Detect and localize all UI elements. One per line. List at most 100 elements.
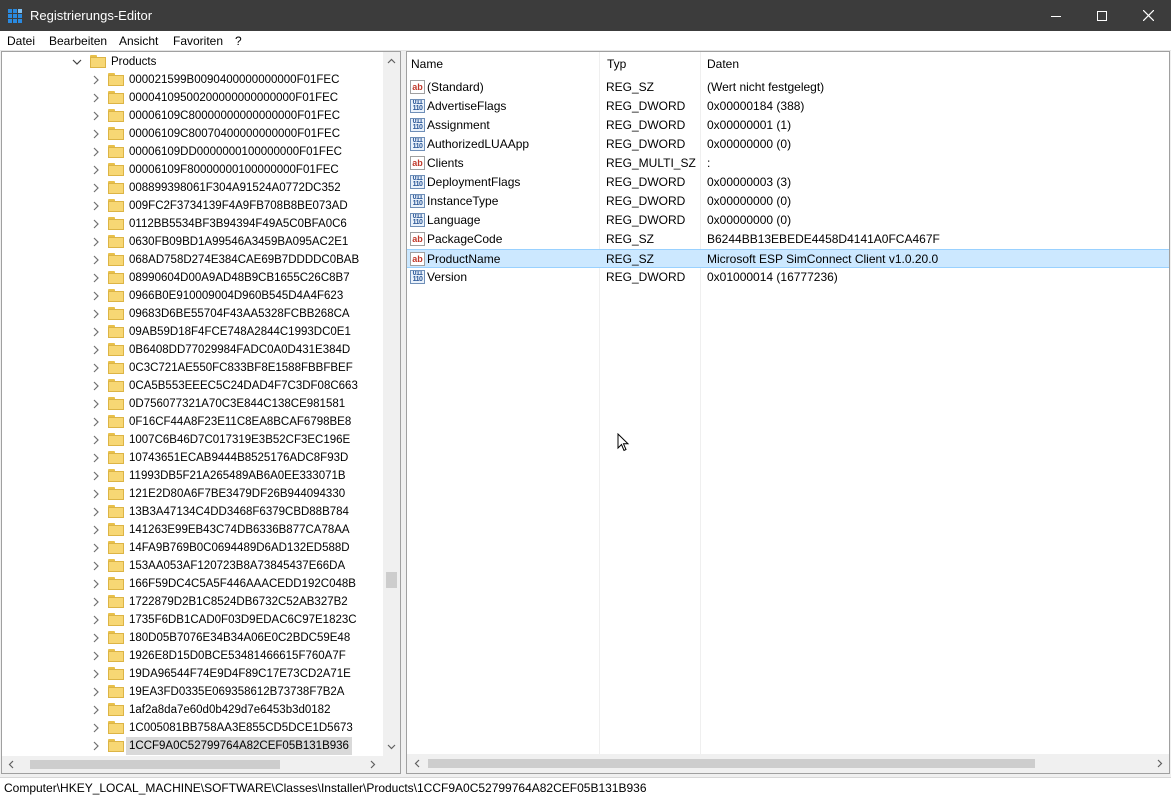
tree-item[interactable]: 0966B0E910009004D960B545D4A4F623 <box>2 287 384 305</box>
tree-hscroll-thumb[interactable] <box>30 760 280 769</box>
column-header-name[interactable]: Name <box>407 52 599 76</box>
chevron-right-icon[interactable] <box>91 597 101 607</box>
tree-item[interactable]: 1af2a8da7e60d0b429d7e6453b3d0182 <box>2 701 384 719</box>
maximize-button[interactable] <box>1079 0 1125 31</box>
tree-item[interactable]: 1722879D2B1C8524DB6732C52AB327B2 <box>2 593 384 611</box>
tree-item[interactable]: 09683D6BE55704F43AA5328FCBB268CA <box>2 305 384 323</box>
tree-item[interactable]: 11993DB5F21A265489AB6A0EE333071B <box>2 467 384 485</box>
chevron-right-icon[interactable] <box>91 579 101 589</box>
chevron-right-icon[interactable] <box>91 741 101 751</box>
value-row[interactable]: ab PackageCode REG_SZ B6244BB13EBEDE4458D41… <box>407 230 1169 249</box>
tree-vertical-scrollbar[interactable] <box>383 52 400 756</box>
tree-item[interactable]: 00004109500200000000000000F01FEC <box>2 89 384 107</box>
scroll-right-arrow-icon[interactable] <box>367 759 378 770</box>
tree-item[interactable]: 166F59DC4C5A5F446AAACEDD192C048B <box>2 575 384 593</box>
tree-horizontal-scrollbar[interactable] <box>2 756 400 773</box>
menu-favoriten[interactable]: Favoriten <box>173 34 223 48</box>
tree-item[interactable]: 09AB59D18F4FCE748A2844C1993DC0E1 <box>2 323 384 341</box>
value-row[interactable]: 011 110 DeploymentFlags REG_DWORD 0x0000000… <box>407 173 1169 192</box>
chevron-right-icon[interactable] <box>91 183 101 193</box>
tree-item[interactable]: 13B3A47134C4DD3468F6379CBD88B784 <box>2 503 384 521</box>
value-row[interactable]: 011 110 Assignment REG_DWORD 0x00000001 (1) <box>407 116 1169 135</box>
menu-datei[interactable]: Datei <box>7 34 35 48</box>
tree-item[interactable]: 08990604D00A9AD48B9CB1655C26C8B7 <box>2 269 384 287</box>
chevron-right-icon[interactable] <box>91 453 101 463</box>
chevron-right-icon[interactable] <box>91 327 101 337</box>
tree-item[interactable]: 0F16CF44A8F23E11C8EA8BCAF6798BE8 <box>2 413 384 431</box>
tree-item[interactable]: 19DA96544F74E9D4F89C17E73CD2A71E <box>2 665 384 683</box>
chevron-right-icon[interactable] <box>91 147 101 157</box>
chevron-right-icon[interactable] <box>91 93 101 103</box>
value-row[interactable]: ab ProductName REG_SZ Microsoft ESP SimConn… <box>407 249 1169 268</box>
values-list[interactable]: Name Typ Daten ab (Standard) REG_SZ (Wert n… <box>406 51 1170 774</box>
tree-item[interactable]: 180D05B7076E34B34A06E0C2BDC59E48 <box>2 629 384 647</box>
chevron-right-icon[interactable] <box>91 111 101 121</box>
menu-ansicht[interactable]: Ansicht <box>119 34 158 48</box>
chevron-right-icon[interactable] <box>91 633 101 643</box>
chevron-right-icon[interactable] <box>91 669 101 679</box>
chevron-right-icon[interactable] <box>91 363 101 373</box>
chevron-right-icon[interactable] <box>91 255 101 265</box>
registry-tree[interactable]: Products 000021599B0090400000000000F01FE… <box>1 51 401 774</box>
tree-item[interactable]: 14FA9B769B0C0694489D6AD132ED588D <box>2 539 384 557</box>
menu-bearbeiten[interactable]: Bearbeiten <box>49 34 107 48</box>
tree-item[interactable]: 141263E99EB43C74DB6336B877CA78AA <box>2 521 384 539</box>
tree-item[interactable]: 0112BB5534BF3B94394F49A5C0BFA0C6 <box>2 215 384 233</box>
value-row[interactable]: 011 110 Version REG_DWORD 0x01000014 (16777… <box>407 268 1169 287</box>
tree-item[interactable]: 0D756077321A70C3E844C138CE981581 <box>2 395 384 413</box>
tree-scroll-thumb[interactable] <box>386 572 397 588</box>
scroll-left-arrow-icon[interactable] <box>412 758 423 769</box>
tree-item[interactable]: 0B6408DD77029984FADC0A0D431E384D <box>2 341 384 359</box>
chevron-right-icon[interactable] <box>91 399 101 409</box>
chevron-right-icon[interactable] <box>91 345 101 355</box>
scroll-up-arrow-icon[interactable] <box>386 56 397 67</box>
tree-item[interactable]: 19EA3FD0335E069358612B73738F7B2A <box>2 683 384 701</box>
scroll-down-arrow-icon[interactable] <box>386 741 397 752</box>
tree-item[interactable]: 0C3C721AE550FC833BF8E1588FBBFBEF <box>2 359 384 377</box>
values-hscroll-thumb[interactable] <box>428 759 1035 768</box>
close-button[interactable] <box>1125 0 1171 31</box>
chevron-right-icon[interactable] <box>91 687 101 697</box>
tree-item[interactable]: 1926E8D15D0BCE53481466615F760A7F <box>2 647 384 665</box>
chevron-right-icon[interactable] <box>91 507 101 517</box>
tree-item[interactable]: 009FC2F3734139F4A9FB708B8BE073AD <box>2 197 384 215</box>
chevron-right-icon[interactable] <box>91 381 101 391</box>
minimize-button[interactable] <box>1033 0 1079 31</box>
chevron-right-icon[interactable] <box>91 615 101 625</box>
tree-item-products[interactable]: Products <box>2 53 384 71</box>
value-row[interactable]: 011 110 AdvertiseFlags REG_DWORD 0x00000184… <box>407 97 1169 116</box>
chevron-right-icon[interactable] <box>91 489 101 499</box>
chevron-right-icon[interactable] <box>91 291 101 301</box>
value-row[interactable]: ab Clients REG_MULTI_SZ: <box>407 154 1169 173</box>
tree-item[interactable]: 153AA053AF120723B8A73845437E66DA <box>2 557 384 575</box>
chevron-right-icon[interactable] <box>91 435 101 445</box>
tree-item[interactable]: 00006109C80070400000000000F01FEC <box>2 125 384 143</box>
chevron-right-icon[interactable] <box>91 273 101 283</box>
tree-item[interactable]: 10743651ECAB9444B8525176ADC8F93D <box>2 449 384 467</box>
tree-item[interactable]: 0CA5B553EEEC5C24DAD4F7C3DF08C663 <box>2 377 384 395</box>
value-row[interactable]: 011 110 InstanceType REG_DWORD 0x00000000 (… <box>407 192 1169 211</box>
tree-item[interactable]: 0630FB09BD1A99546A3459BA095AC2E1 <box>2 233 384 251</box>
chevron-right-icon[interactable] <box>91 201 101 211</box>
chevron-down-icon[interactable] <box>72 57 82 67</box>
scroll-left-arrow-icon[interactable] <box>6 759 17 770</box>
tree-item[interactable]: 00006109F80000000100000000F01FEC <box>2 161 384 179</box>
chevron-right-icon[interactable] <box>91 129 101 139</box>
values-horizontal-scrollbar[interactable] <box>407 754 1169 773</box>
tree-item[interactable]: 00006109DD0000000100000000F01FEC <box>2 143 384 161</box>
tree-item[interactable]: 1C005081BB758AA3E855CD5DCE1D5673 <box>2 719 384 737</box>
chevron-right-icon[interactable] <box>91 309 101 319</box>
chevron-right-icon[interactable] <box>91 417 101 427</box>
chevron-right-icon[interactable] <box>91 525 101 535</box>
tree-item[interactable]: 1735F6DB1CAD0F03D9EDAC6C97E1823C <box>2 611 384 629</box>
chevron-right-icon[interactable] <box>91 705 101 715</box>
tree-item[interactable]: 068AD758D274E384CAE69B7DDDDC0BAB <box>2 251 384 269</box>
value-row[interactable]: ab (Standard) REG_SZ (Wert nicht festgelegt… <box>407 78 1169 97</box>
value-row[interactable]: 011 110 Language REG_DWORD 0x00000000 (0) <box>407 211 1169 230</box>
tree-item[interactable]: 00006109C80000000000000000F01FEC <box>2 107 384 125</box>
chevron-right-icon[interactable] <box>91 219 101 229</box>
tree-item[interactable]: 008899398061F304A91524A0772DC352 <box>2 179 384 197</box>
chevron-right-icon[interactable] <box>91 471 101 481</box>
tree-item[interactable]: 1CCF9A0C52799764A82CEF05B131B936 <box>2 737 384 755</box>
column-header-data[interactable]: Daten <box>703 52 1003 76</box>
